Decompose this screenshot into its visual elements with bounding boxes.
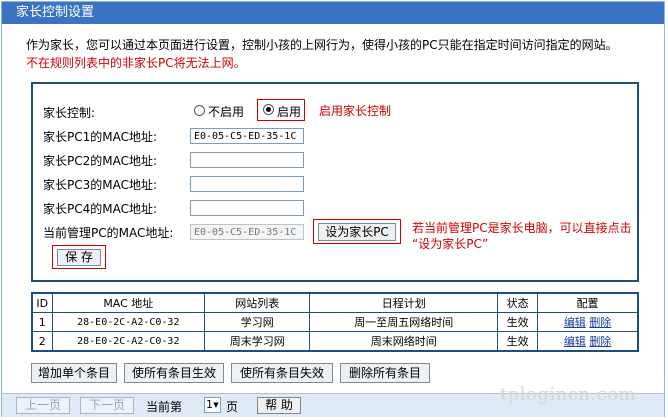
page-title: 家长控制设置 [2, 2, 664, 24]
cell-schedule: 周末网络时间 [309, 331, 499, 352]
delete-link[interactable]: 删除 [589, 335, 611, 348]
pc2-mac-input[interactable] [190, 152, 304, 168]
pc3-mac-label: 家长PC3的MAC地址: [43, 178, 158, 192]
col-header-config: 配置 [537, 292, 639, 313]
cell-schedule: 周一至周五网络时间 [309, 312, 499, 332]
set-parent-pc-button[interactable]: 设为家长PC [318, 223, 396, 241]
cell-id: 1 [31, 312, 53, 332]
col-header-status: 状态 [497, 292, 539, 313]
cell-mac: 28-E0-2C-A2-C0-32 [51, 331, 206, 352]
radio-enable-dot [266, 107, 271, 112]
help-button[interactable]: 帮 助 [257, 397, 301, 414]
edit-link[interactable]: 编辑 [564, 316, 586, 329]
current-pc-mac-label: 当前管理PC的MAC地址: [43, 226, 174, 240]
col-header-id: ID [31, 292, 53, 313]
parental-control-label: 家长控制: [43, 106, 96, 120]
pc1-mac-input[interactable]: E0-05-C5-ED-35-1C [190, 128, 304, 144]
table-row: 1 28-E0-2C-A2-C0-32 学习网 周一至周五网络时间 生效 编辑 … [31, 312, 639, 332]
intro-description: 作为家长，您可以通过本页面进行设置，控制小孩的上网行为，使得小孩的PC只能在指定… [26, 38, 618, 52]
chevron-down-icon: ▼ [213, 401, 219, 409]
radio-disable-label: 不启用 [208, 105, 245, 119]
table-header-row: ID MAC 地址 网站列表 日程计划 状态 配置 [31, 292, 639, 313]
set-parent-annotation-line2: “设为家长PC” [412, 237, 489, 251]
watermark: tplogincn.com [500, 384, 637, 405]
page-select[interactable]: 1 ▼ [204, 397, 221, 413]
radio-enable[interactable] [263, 104, 274, 115]
pc4-mac-label: 家长PC4的MAC地址: [43, 202, 158, 216]
cell-config: 编辑 删除 [537, 331, 639, 352]
delete-link[interactable]: 删除 [589, 316, 611, 329]
col-header-sites: 网站列表 [204, 292, 311, 313]
disable-all-button[interactable]: 使所有条目失效 [231, 363, 333, 383]
col-header-mac: MAC 地址 [51, 292, 206, 313]
edit-link[interactable]: 编辑 [564, 335, 586, 348]
pc2-mac-label: 家长PC2的MAC地址: [43, 154, 158, 168]
pc4-mac-input[interactable] [190, 200, 304, 216]
intro-text: 作为家长，您可以通过本页面进行设置，控制小孩的上网行为，使得小孩的PC只能在指定… [26, 36, 656, 72]
cell-config: 编辑 删除 [537, 312, 639, 332]
cell-status: 生效 [497, 331, 539, 352]
cell-status: 生效 [497, 312, 539, 332]
page-unit-label: 页 [226, 400, 239, 414]
cell-sites: 周末学习网 [204, 331, 311, 352]
radio-disable[interactable] [194, 105, 205, 116]
next-page-button[interactable]: 下一页 [80, 397, 134, 414]
add-entry-button[interactable]: 增加单个条目 [31, 363, 117, 383]
parental-control-form: 家长控制: 不启用 启用 启用家长控制 家长PC1的MAC地址: E0-05-C… [31, 82, 639, 282]
pc3-mac-input[interactable] [190, 176, 304, 192]
current-pc-mac-input: E0-05-C5-ED-35-1C [190, 224, 304, 240]
prev-page-button[interactable]: 上一页 [16, 397, 70, 414]
cell-sites: 学习网 [204, 312, 311, 332]
table-row: 2 28-E0-2C-A2-C0-32 周末学习网 周末网络时间 生效 编辑 删… [31, 331, 639, 352]
cell-mac: 28-E0-2C-A2-C0-32 [51, 312, 206, 332]
delete-all-button[interactable]: 删除所有条目 [340, 363, 430, 383]
rules-table: ID MAC 地址 网站列表 日程计划 状态 配置 1 28-E0-2C-A2-… [31, 292, 639, 352]
radio-enable-label: 启用 [277, 105, 302, 119]
save-button[interactable]: 保 存 [57, 249, 101, 266]
enable-annotation: 启用家长控制 [319, 104, 392, 118]
pc1-mac-label: 家长PC1的MAC地址: [43, 130, 158, 144]
intro-warning: 不在规则列表中的非家长PC将无法上网。 [26, 56, 246, 70]
enable-all-button[interactable]: 使所有条目生效 [124, 363, 224, 383]
settings-panel: 家长控制设置 作为家长，您可以通过本页面进行设置，控制小孩的上网行为，使得小孩的… [1, 1, 665, 417]
current-page-label: 当前第 [146, 400, 183, 414]
col-header-schedule: 日程计划 [309, 292, 499, 313]
cell-id: 2 [31, 331, 53, 352]
set-parent-annotation-line1: 若当前管理PC是家长电脑，可以直接点击 [412, 221, 632, 235]
